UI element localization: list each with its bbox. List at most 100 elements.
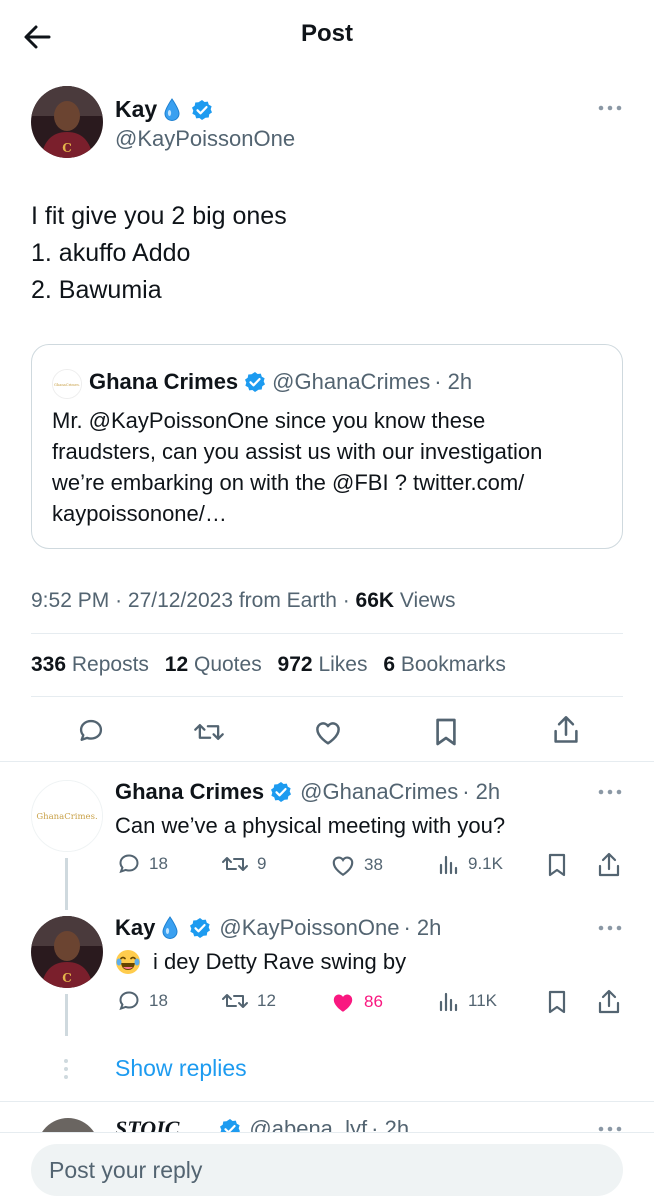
- like-count: 86: [364, 992, 383, 1011]
- more-options-icon[interactable]: [597, 787, 623, 797]
- thread-dots-icon: [63, 1058, 69, 1085]
- bookmark-icon[interactable]: [547, 990, 567, 1019]
- bookmark-icon[interactable]: [547, 853, 567, 882]
- reply-icon: [119, 991, 139, 1011]
- reply-author-row: Kay @KayPoissonOne · 2h: [115, 915, 441, 941]
- post-meta: 9:52 PM · 27/12/2023 from Earth · 66K Vi…: [31, 589, 456, 612]
- post-stats: 336 Reposts 12 Quotes 972 Likes 6 Bookma…: [31, 653, 506, 677]
- reply-author-row: Ghana Crimes @GhanaCrimes · 2h: [115, 779, 500, 805]
- svg-text:C: C: [62, 971, 72, 985]
- water-drop-icon: [163, 97, 181, 122]
- avatar[interactable]: C: [31, 86, 103, 158]
- views-count: 9.1K: [468, 854, 503, 873]
- quoted-text-line: we’re embarking on with the @FBI ? twitt…: [52, 470, 525, 495]
- reply-text-row: i dey Detty Rave swing by: [115, 949, 406, 975]
- share-icon[interactable]: [597, 989, 621, 1020]
- quotes-stat[interactable]: 12 Quotes: [165, 653, 262, 676]
- post-text-line: 1. akuffo Addo: [31, 239, 191, 267]
- reply-repost-button[interactable]: 12: [221, 989, 276, 1013]
- divider: [0, 761, 654, 762]
- reply-like-button[interactable]: 38: [330, 853, 383, 877]
- post-text-line: 2. Bawumia: [31, 276, 162, 304]
- views-icon: [439, 992, 458, 1012]
- views-count: 66K: [355, 589, 395, 612]
- post-text-line: I fit give you 2 big ones: [31, 202, 287, 230]
- reply-reply-button[interactable]: 18: [117, 852, 168, 876]
- post-author-name[interactable]: Kay: [115, 96, 157, 123]
- post-text: I fit give you 2 big ones 1. akuffo Addo…: [31, 198, 287, 309]
- reply-author-name: STOIC: [115, 1116, 180, 1132]
- like-icon: [332, 856, 354, 877]
- post-author-handle[interactable]: @KayPoissonOne: [115, 126, 295, 152]
- reply-composer[interactable]: Post your reply: [31, 1144, 623, 1196]
- reply-views-button[interactable]: 9.1K: [438, 853, 503, 875]
- liked-heart-icon: [333, 994, 353, 1012]
- post-time: 9:52 PM: [31, 589, 110, 612]
- repost-icon[interactable]: [193, 718, 225, 746]
- water-drop-icon: [161, 916, 179, 940]
- quoted-text-line: kaypoissonone/…: [52, 501, 227, 526]
- reply-time: · 2h: [371, 1116, 410, 1132]
- page-title: Post: [300, 20, 353, 47]
- reply-icon[interactable]: [77, 717, 105, 745]
- reply-views-button[interactable]: 11K: [438, 990, 497, 1012]
- quoted-text-line: fraudsters, can you assist us with our i…: [52, 439, 543, 464]
- quoted-author-handle: @GhanaCrimes: [272, 369, 431, 394]
- reply-avatar: [37, 1118, 99, 1132]
- repost-icon: [222, 994, 248, 1008]
- like-icon[interactable]: [313, 718, 343, 746]
- quoted-avatar: GhanaCrimes.: [52, 369, 82, 399]
- quoted-author-name: Ghana Crimes: [89, 369, 239, 394]
- post-date: 27/12/2023: [127, 589, 233, 612]
- next-reply-peek[interactable]: STOIC @abena_lyf · 2h: [0, 1102, 654, 1132]
- quoted-time: · 2h: [434, 369, 473, 394]
- reply-time: · 2h: [403, 915, 442, 940]
- quoted-text-line: Mr. @KayPoissonOne since you know these: [52, 408, 486, 433]
- reply-count: 18: [149, 854, 168, 873]
- like-count: 38: [364, 855, 383, 874]
- reply-like-button[interactable]: 86: [330, 990, 383, 1014]
- more-options-icon[interactable]: [597, 1124, 623, 1132]
- reply-author-handle[interactable]: @GhanaCrimes: [300, 779, 458, 805]
- reply-icon: [119, 854, 139, 874]
- svg-text:GhanaCrimes.: GhanaCrimes.: [54, 383, 80, 387]
- quoted-text: Mr. @KayPoissonOne since you know these …: [52, 405, 542, 529]
- verified-badge-icon: [189, 917, 211, 939]
- repost-count: 12: [257, 991, 276, 1010]
- svg-text:C: C: [62, 141, 72, 155]
- quoted-post-card[interactable]: GhanaCrimes. Ghana Crimes @GhanaCrimes ·…: [31, 344, 623, 549]
- share-icon[interactable]: [597, 852, 621, 883]
- reply-input-placeholder[interactable]: Post your reply: [49, 1157, 202, 1184]
- repost-icon: [222, 857, 248, 871]
- share-icon[interactable]: [552, 715, 580, 745]
- thread-line: [65, 994, 68, 1036]
- reply-text: i dey Detty Rave swing by: [153, 949, 407, 974]
- more-options-icon[interactable]: [597, 103, 623, 113]
- bookmarks-stat[interactable]: 6 Bookmarks: [383, 653, 506, 676]
- reply-avatar[interactable]: C: [31, 916, 103, 988]
- verified-badge-icon: [219, 1118, 241, 1132]
- reply-count: 18: [149, 991, 168, 1010]
- repost-count: 9: [257, 854, 267, 873]
- reply-avatar[interactable]: GhanaCrimes.: [31, 780, 103, 852]
- likes-stat[interactable]: 972 Likes: [278, 653, 368, 676]
- reply-author-handle[interactable]: @KayPoissonOne: [219, 915, 399, 941]
- divider: [31, 696, 623, 697]
- divider: [31, 633, 623, 634]
- verified-badge-icon: [270, 781, 292, 803]
- more-options-icon[interactable]: [597, 923, 623, 933]
- post-author-name-row: Kay: [115, 96, 213, 123]
- show-replies-link[interactable]: Show replies: [115, 1055, 247, 1082]
- reposts-stat[interactable]: 336 Reposts: [31, 653, 149, 676]
- reply-repost-button[interactable]: 9: [221, 852, 266, 876]
- bookmark-icon[interactable]: [434, 717, 458, 747]
- reply-avatar-text: GhanaCrimes.: [36, 812, 97, 822]
- reply-text: Can we’ve a physical meeting with you?: [115, 813, 506, 838]
- views-icon: [439, 855, 458, 875]
- reply-author-name[interactable]: Kay: [115, 915, 155, 941]
- reply-author-name[interactable]: Ghana Crimes: [115, 779, 264, 805]
- verified-badge-icon: [191, 99, 213, 121]
- joy-emoji-icon: [115, 949, 141, 975]
- reply-reply-button[interactable]: 18: [117, 989, 168, 1013]
- reply-time: · 2h: [462, 779, 501, 804]
